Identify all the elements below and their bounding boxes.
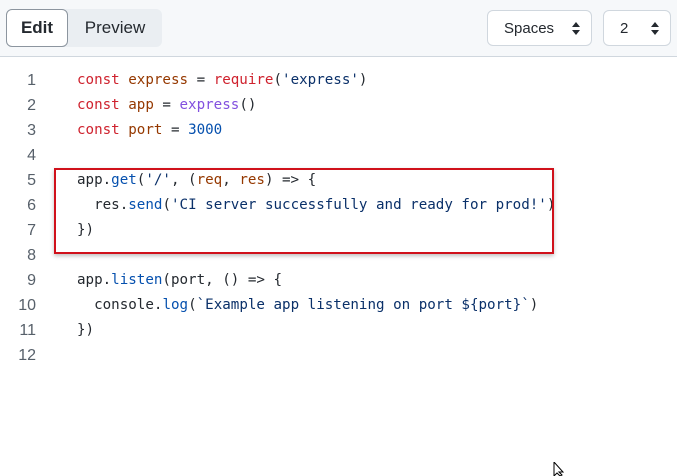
line-number: 3 (27, 122, 36, 139)
line-number: 8 (27, 247, 36, 264)
highlight-annotation-box (54, 168, 554, 254)
mouse-pointer-icon (553, 462, 565, 476)
line-code: console.log(`Example app listening on po… (94, 297, 539, 313)
up-down-caret-icon (651, 22, 659, 35)
line-number: 10 (18, 297, 36, 314)
mode-tabs: Edit Preview (6, 9, 162, 47)
indent-size-value: 2 (620, 19, 629, 37)
indent-mode-select[interactable]: Spaces (487, 10, 592, 46)
line-code: const app = express() (77, 97, 257, 113)
line-number: 5 (27, 172, 36, 189)
line-number: 1 (27, 72, 36, 89)
line-number: 12 (18, 347, 36, 364)
code-line: 3 const port = 3000 (0, 118, 677, 143)
code-line: 12 (0, 343, 677, 368)
line-code: }) (77, 322, 95, 338)
code-editor[interactable]: 1 const express = require('express') 2 c… (0, 58, 677, 476)
line-code: app.listen(port, () => { (77, 272, 283, 288)
tab-edit[interactable]: Edit (6, 9, 68, 47)
code-line: 11 }) (0, 318, 677, 343)
code-line: 9 app.listen(port, () => { (0, 268, 677, 293)
code-line: 1 const express = require('express') (0, 68, 677, 93)
tab-preview[interactable]: Preview (68, 9, 162, 47)
code-line: 4 (0, 143, 677, 168)
up-down-caret-icon (572, 22, 580, 35)
line-code: const express = require('express') (77, 72, 368, 88)
editor-toolbar: Edit Preview Spaces 2 (0, 0, 677, 57)
indent-mode-value: Spaces (504, 19, 555, 37)
line-number: 2 (27, 97, 36, 114)
line-code: const port = 3000 (77, 122, 223, 138)
line-number: 4 (27, 147, 36, 164)
line-number: 7 (27, 222, 36, 239)
line-number: 9 (27, 272, 36, 289)
line-number: 6 (27, 197, 36, 214)
indent-size-select[interactable]: 2 (603, 10, 671, 46)
code-line: 10 console.log(`Example app listening on… (0, 293, 677, 318)
code-line: 2 const app = express() (0, 93, 677, 118)
line-number: 11 (19, 322, 36, 339)
